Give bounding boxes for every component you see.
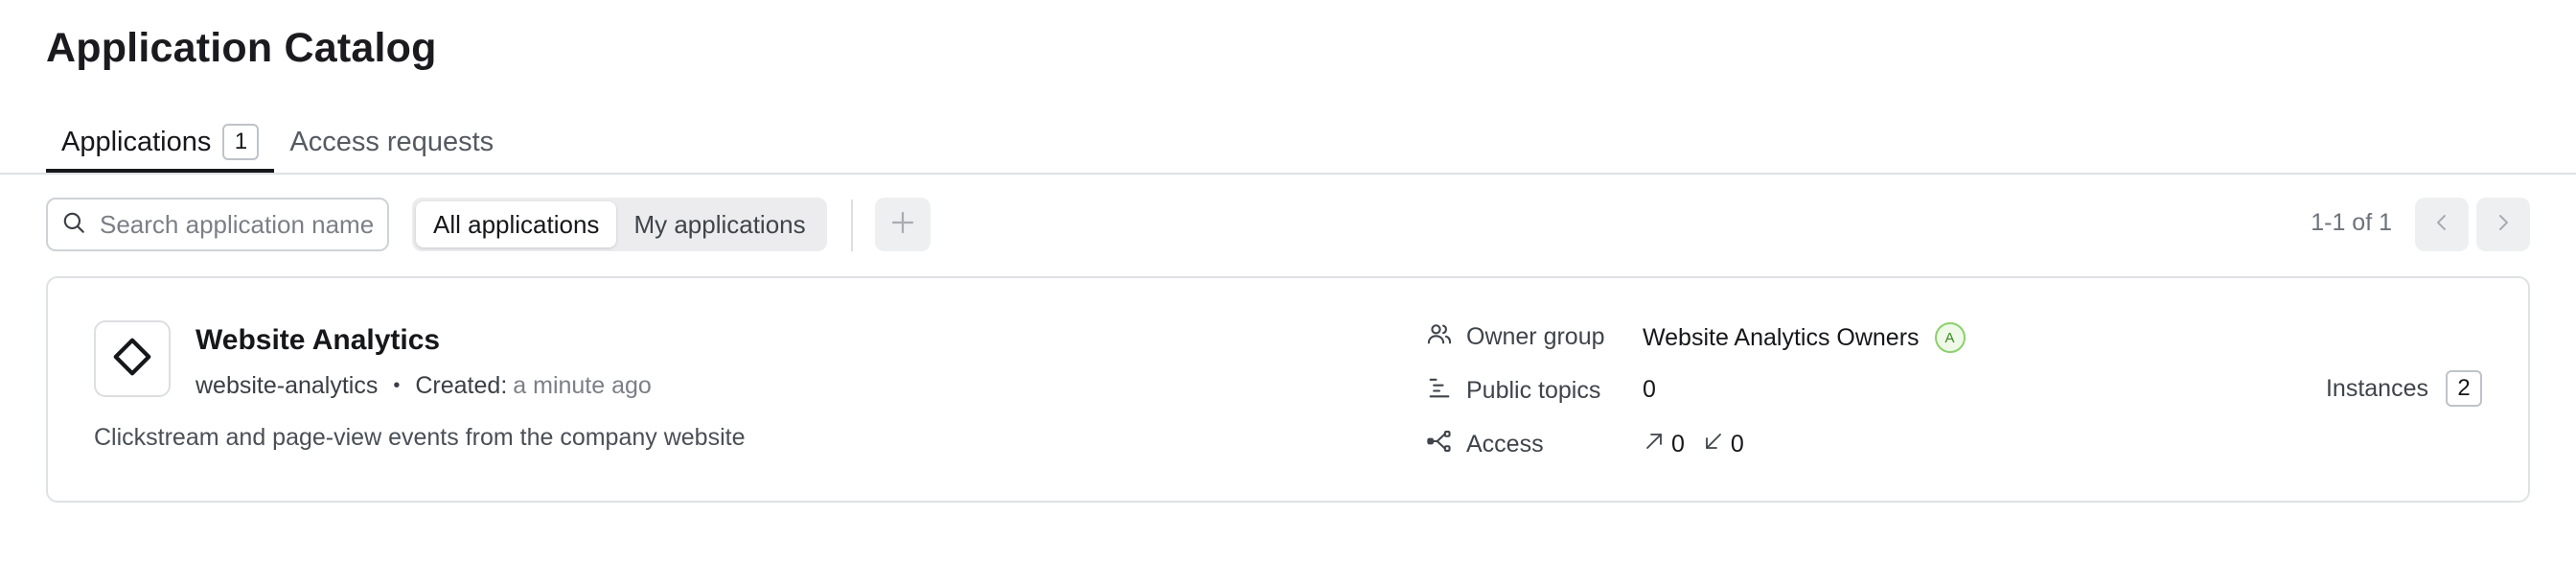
chevron-left-icon bbox=[2430, 211, 2453, 239]
search-input[interactable] bbox=[100, 209, 378, 240]
instances: Instances 2 bbox=[2326, 370, 2482, 407]
tab-applications[interactable]: Applications 1 bbox=[46, 111, 275, 173]
previous-page-button[interactable] bbox=[2415, 198, 2469, 251]
tab-bar: Applications 1 Access requests bbox=[46, 111, 509, 173]
users-icon bbox=[1426, 320, 1466, 354]
owner-group-label-row: Owner group bbox=[1426, 320, 1605, 354]
application-meta: website-analytics • Created: a minute ag… bbox=[196, 372, 652, 400]
pagination-summary: 1-1 of 1 bbox=[2311, 209, 2392, 236]
created-label: Created: bbox=[415, 372, 508, 399]
instances-count[interactable]: 2 bbox=[2446, 370, 2482, 407]
diamond-icon bbox=[110, 335, 154, 384]
access-incoming-count: 0 bbox=[1730, 431, 1744, 458]
search-icon bbox=[61, 210, 86, 240]
owner-group-label: Owner group bbox=[1466, 323, 1605, 350]
access-outgoing: 0 bbox=[1643, 430, 1685, 459]
chevron-right-icon bbox=[2492, 211, 2515, 239]
tab-applications-count: 1 bbox=[222, 124, 260, 160]
public-topics-label: Public topics bbox=[1466, 377, 1601, 404]
filter-all-applications[interactable]: All applications bbox=[416, 201, 617, 247]
page-title: Application Catalog bbox=[46, 25, 437, 71]
tabs-divider bbox=[0, 173, 2576, 175]
add-application-button[interactable] bbox=[875, 198, 931, 251]
share-nodes-icon bbox=[1426, 428, 1466, 461]
application-card[interactable]: Website Analytics website-analytics • Cr… bbox=[46, 276, 2530, 503]
instances-label: Instances bbox=[2325, 374, 2428, 402]
application-description: Clickstream and page-view events from th… bbox=[94, 424, 746, 451]
owner-group-value[interactable]: Website Analytics Owners bbox=[1643, 324, 1920, 352]
tab-access-requests[interactable]: Access requests bbox=[274, 111, 509, 173]
arrow-down-left-icon bbox=[1702, 430, 1731, 459]
public-topics-label-row: Public topics bbox=[1426, 374, 1600, 408]
application-filter: All applications My applications bbox=[412, 198, 827, 251]
search-box[interactable] bbox=[46, 198, 389, 251]
owner-group-value-row: Website Analytics Owners A bbox=[1643, 322, 1966, 353]
plus-icon bbox=[888, 208, 917, 242]
arrow-up-right-icon bbox=[1643, 430, 1671, 459]
filter-my-applications[interactable]: My applications bbox=[616, 201, 822, 247]
access-values: 0 0 bbox=[1643, 430, 1761, 459]
application-avatar bbox=[94, 320, 171, 397]
application-slug: website-analytics bbox=[196, 372, 379, 399]
access-label-row: Access bbox=[1426, 428, 1544, 461]
access-outgoing-count: 0 bbox=[1671, 431, 1685, 458]
access-incoming: 0 bbox=[1702, 430, 1744, 459]
tab-access-requests-label: Access requests bbox=[289, 126, 494, 157]
created-value: a minute ago bbox=[513, 372, 652, 399]
topics-icon bbox=[1426, 374, 1466, 408]
public-topics-value: 0 bbox=[1643, 376, 1656, 403]
owner-avatar: A bbox=[1934, 322, 1966, 353]
tab-applications-label: Applications bbox=[61, 126, 212, 157]
application-name[interactable]: Website Analytics bbox=[196, 324, 440, 357]
next-page-button[interactable] bbox=[2476, 198, 2530, 251]
toolbar-divider bbox=[851, 200, 853, 251]
meta-separator: • bbox=[393, 375, 401, 396]
access-label: Access bbox=[1466, 431, 1544, 458]
